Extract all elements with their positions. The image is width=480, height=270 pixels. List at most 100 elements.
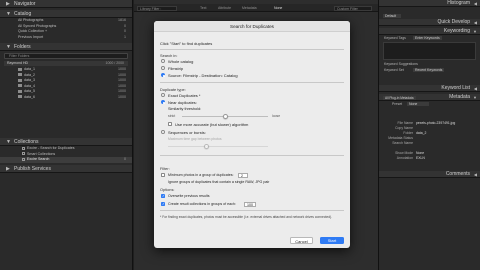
radio-filmstrip[interactable] [161, 66, 165, 70]
filter-preset-select[interactable]: Custom Filter [334, 5, 372, 11]
volume-row[interactable]: Raymond HD 1000 / 2000 [4, 61, 128, 66]
checkbox-label: Minimum photos in a group of duplicates: [168, 173, 234, 177]
duplicate-type-label: Duplicate type: [160, 87, 186, 92]
keyword-tags-select[interactable]: Enter Keywords [413, 36, 442, 40]
collapse-triangle-icon: ◀ [473, 86, 477, 91]
radio-label: Sequences or bursts: [168, 130, 206, 135]
min-photos-input[interactable]: 2 [238, 172, 248, 178]
histogram-header[interactable]: Histogram ◀ [379, 0, 480, 7]
radio-label: Exact Duplicates * [168, 93, 201, 98]
smart-collection-icon [22, 152, 25, 156]
radio-source-filmstrip[interactable] [161, 73, 165, 77]
radio-sequences[interactable] [161, 130, 165, 134]
keyword-tags-row: Keyword Tags Enter Keywords [384, 36, 442, 40]
expand-triangle-icon: ▼ [6, 139, 11, 145]
radio-label: Filmstrip [168, 66, 184, 71]
expand-triangle-icon: ▼ [473, 95, 477, 100]
ignore-raw-jpg-label: Ignore groups of duplicates that contain… [168, 180, 270, 184]
quick-develop-header[interactable]: Quick Develop ◀ [379, 19, 480, 26]
start-button[interactable]: Start [320, 237, 344, 244]
folder-icon [18, 89, 22, 93]
similarity-label: Similarity threshold: [168, 107, 202, 111]
collection-icon [22, 157, 25, 161]
divider [160, 49, 344, 50]
checkbox-overwrite[interactable]: ✓ [161, 194, 165, 198]
slider-max-label: loose [272, 114, 281, 118]
collapse-triangle-icon: ▶ [6, 165, 10, 172]
checkbox-label: Use more accurate (but slower) algorithm [175, 122, 249, 127]
radio-label: Near duplicates: [168, 100, 197, 105]
group-size-input[interactable]: 100 [244, 201, 256, 207]
filter-label: Filter: [160, 166, 170, 171]
metadata-preset-select[interactable]: None [407, 102, 429, 106]
folder-icon [18, 84, 22, 88]
search-in-label: Search in: [160, 53, 178, 58]
checkbox-label: Create result collections in groups of e… [168, 202, 236, 206]
keyword-set-row: Keyword Set Recent Keywords [384, 68, 445, 72]
sequence-slider-track[interactable] [168, 146, 268, 148]
checkbox-min-photos[interactable] [161, 173, 165, 177]
metadata-header[interactable]: All Plug-in Metadata Metadata ▼ [379, 94, 480, 101]
radio-label: Whole catalog [168, 59, 194, 64]
metadata-view-select[interactable]: All Plug-in Metadata [383, 95, 416, 100]
sequence-description: Maximum time gap between photos [168, 137, 222, 141]
folder-icon [18, 95, 22, 99]
keyword-set-select[interactable]: Recent Keywords [413, 68, 445, 72]
checkbox-more-accurate[interactable] [168, 122, 172, 126]
cancel-button[interactable]: Cancel [290, 237, 313, 244]
collapse-triangle-icon: ▶ [6, 1, 10, 7]
options-label: Options: [160, 187, 175, 192]
search-duplicates-dialog: Search for Duplicates Click "Start" to f… [154, 21, 350, 248]
radio-whole-catalog[interactable] [161, 59, 165, 63]
radio-label: Source: Filmstrip - Destination: Catalog [168, 73, 238, 78]
radio-exact-duplicates[interactable] [161, 93, 165, 97]
folder-icon [18, 78, 22, 82]
keywording-header[interactable]: Keywording ▼ [379, 28, 480, 35]
similarity-slider-knob[interactable] [222, 113, 228, 119]
library-filter-bar: Library Filter : Text Attribute Metadata… [134, 4, 378, 12]
collapse-triangle-icon: ◀ [473, 20, 477, 25]
collapse-triangle-icon: ◀ [473, 172, 477, 177]
slider-min-label: strict [168, 114, 176, 118]
sequence-slider-knob[interactable] [204, 143, 209, 149]
right-panel: Histogram ◀ Default Quick Develop ◀ Keywor… [378, 0, 480, 270]
keyword-entry-area[interactable] [383, 42, 476, 60]
publish-services-header[interactable]: ▶ Publish Services [0, 164, 132, 173]
folder-item[interactable]: data_6 1000 [0, 95, 132, 101]
expand-triangle-icon: ▼ [6, 44, 11, 50]
comments-header[interactable]: Comments ◀ [379, 171, 480, 178]
panel-spacer [0, 100, 132, 138]
radio-near-duplicates[interactable] [161, 100, 165, 104]
divider [160, 82, 344, 83]
collapse-triangle-icon: ◀ [473, 1, 477, 6]
divider [160, 155, 344, 156]
metadata-row: Annotation EXLN [396, 156, 425, 160]
folder-icon [18, 67, 22, 71]
library-filter-label: Library Filter : [137, 5, 177, 11]
dialog-instruction: Click "Start" to find duplicates [160, 41, 213, 46]
preset-select[interactable]: Default [383, 14, 401, 18]
folder-icon [18, 73, 22, 77]
checkbox-create-collections[interactable]: ✓ [161, 202, 165, 206]
footnote: * For finding exact duplicates, photos m… [160, 215, 333, 219]
filter-tab-attribute[interactable]: Attribute [218, 6, 231, 10]
keyword-list-header[interactable]: Keyword List ◀ [379, 85, 480, 92]
checkbox-label: Overwrite previous results [168, 194, 210, 198]
catalog-item[interactable]: Previous Import 1 [0, 35, 132, 41]
collection-set-icon [22, 146, 25, 150]
catalog-header[interactable]: ▼ Catalog [0, 10, 132, 18]
expand-triangle-icon: ▼ [473, 29, 477, 34]
divider [160, 210, 344, 211]
collection-item-selected[interactable]: Excire Search 0 [0, 157, 132, 163]
left-panel: ▶ Navigator ▼ Catalog All Photographs 1816 … [0, 0, 133, 270]
dialog-title: Search for Duplicates [154, 21, 350, 32]
metadata-preset-row: Preset None [379, 101, 480, 107]
filter-tab-text[interactable]: Text [200, 6, 206, 10]
expand-triangle-icon: ▼ [6, 11, 11, 17]
filter-tab-none[interactable]: None [274, 6, 282, 10]
navigator-header[interactable]: ▶ Navigator [0, 0, 132, 8]
folders-header[interactable]: ▼ Folders [0, 43, 132, 51]
collections-header[interactable]: ▼ Collections [0, 138, 132, 146]
folder-filter-input[interactable]: Filter Folders [4, 53, 128, 59]
filter-tab-metadata[interactable]: Metadata [242, 6, 257, 10]
